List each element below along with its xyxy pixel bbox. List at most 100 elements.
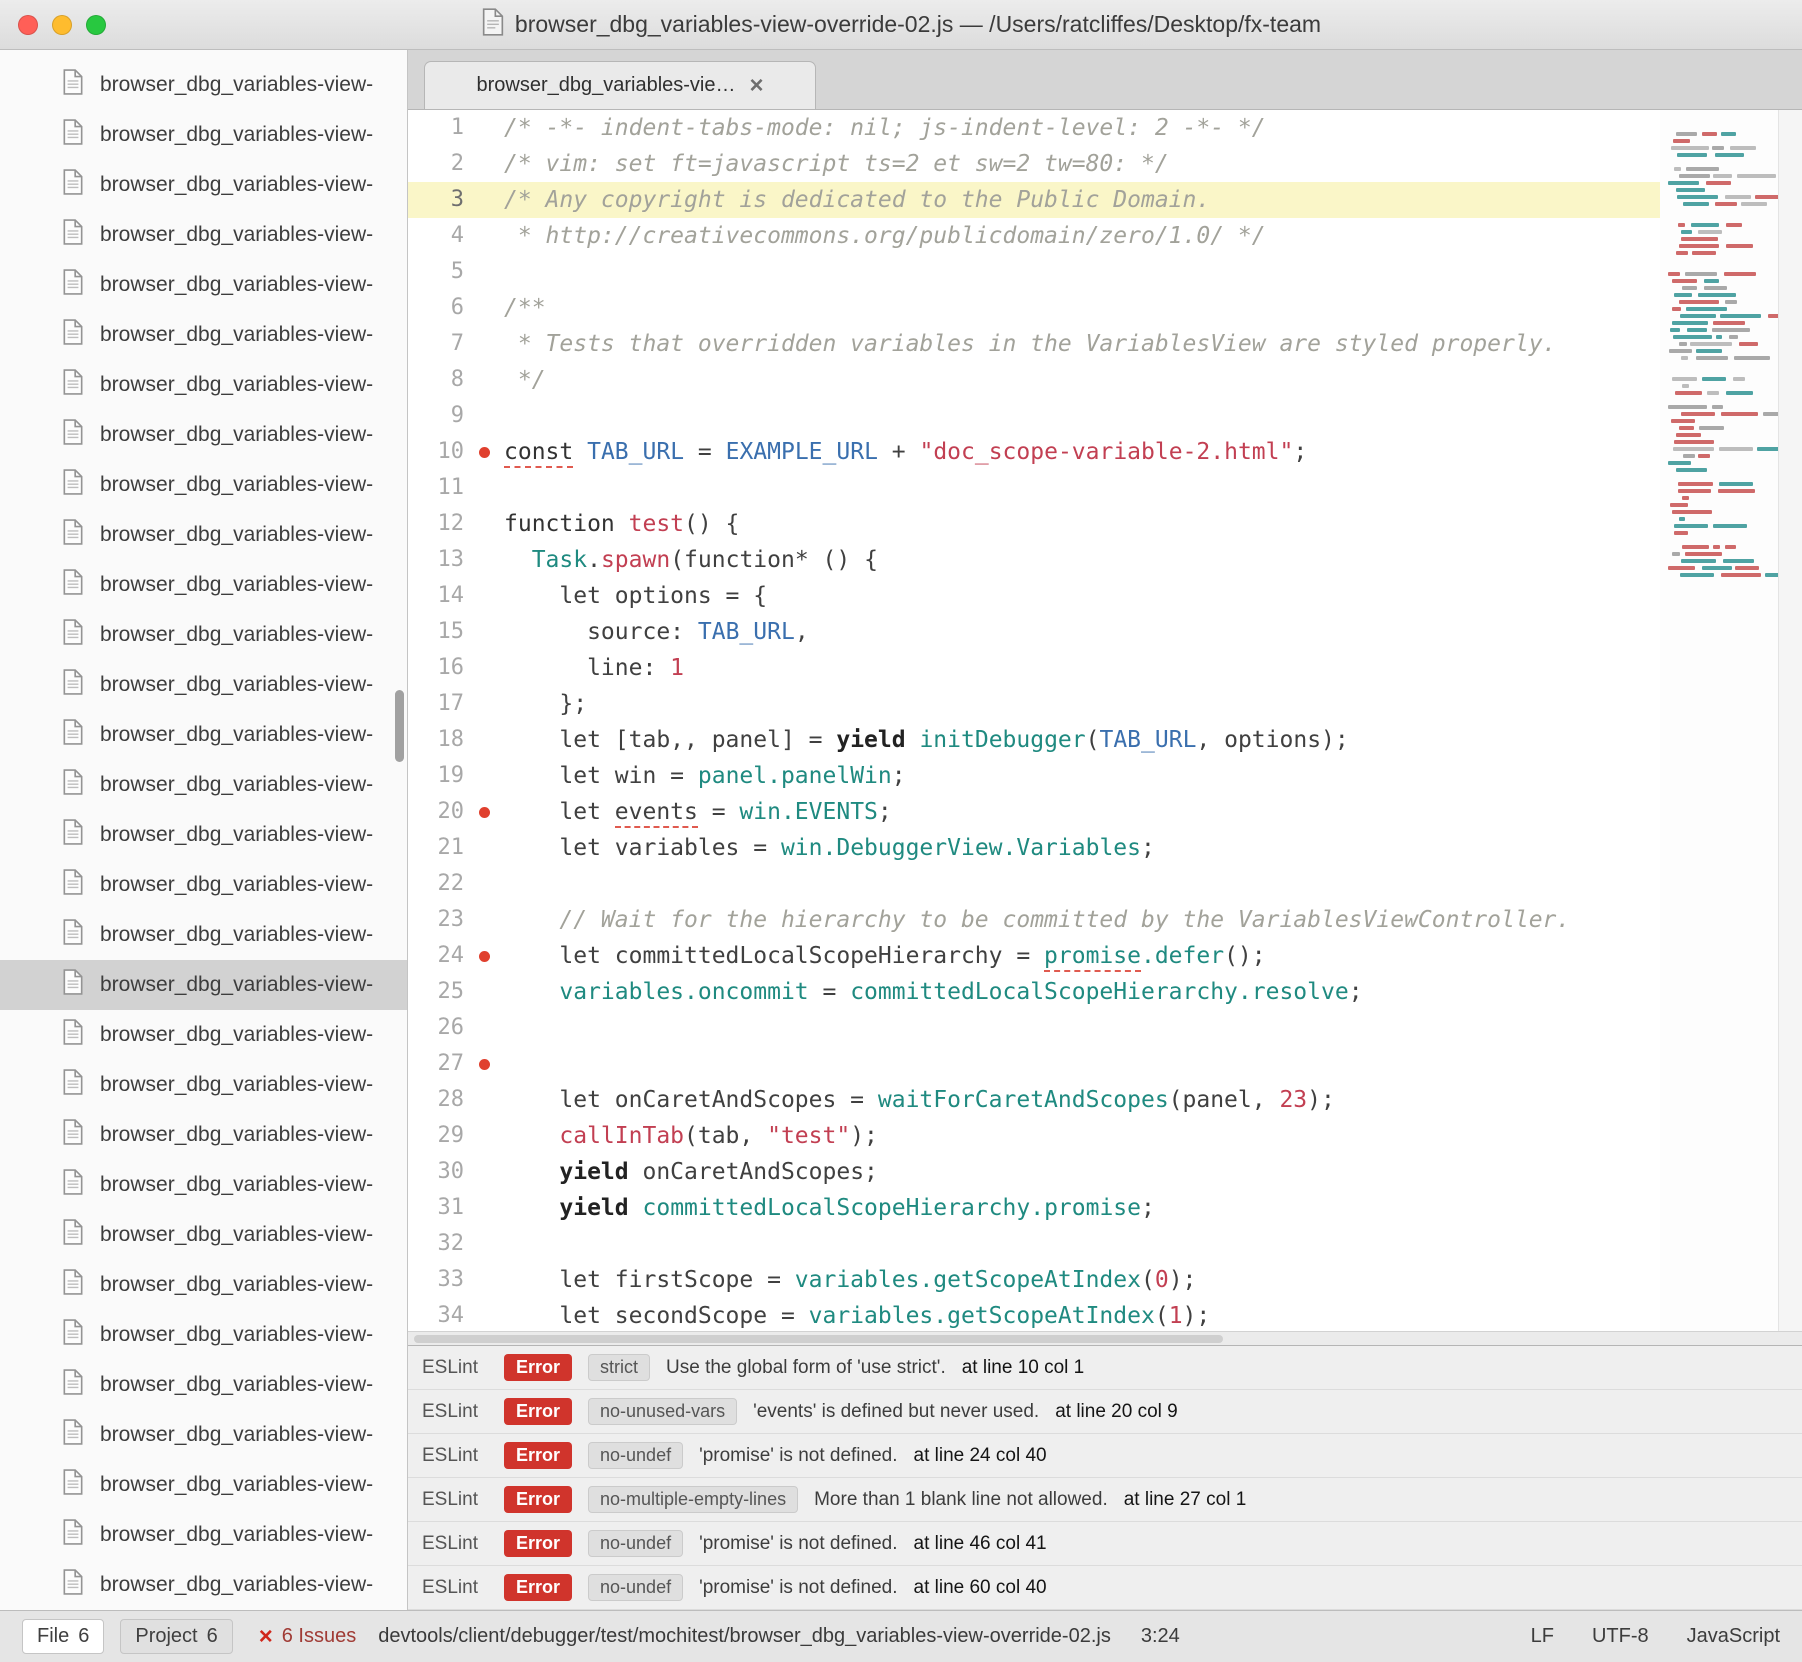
sidebar-file-item[interactable]: browser_dbg_variables-view- <box>0 810 407 860</box>
lint-location-link[interactable]: at line 20 col 9 <box>1055 1401 1178 1423</box>
code-line[interactable]: 1/* -*- indent-tabs-mode: nil; js-indent… <box>408 110 1660 146</box>
code-line[interactable]: 17 }; <box>408 686 1660 722</box>
grammar-indicator[interactable]: JavaScript <box>1687 1625 1780 1648</box>
sidebar-file-item[interactable]: browser_dbg_variables-view- <box>0 210 407 260</box>
sidebar-file-item[interactable]: browser_dbg_variables-view- <box>0 410 407 460</box>
sidebar-file-item[interactable]: browser_dbg_variables-view- <box>0 60 407 110</box>
lint-severity-badge[interactable]: Error <box>504 1574 572 1601</box>
lint-row[interactable]: ESLintErrorno-multiple-empty-linesMore t… <box>408 1478 1802 1522</box>
code-line[interactable]: 22 <box>408 866 1660 902</box>
sidebar-scrollbar-thumb[interactable] <box>395 690 404 762</box>
cursor-position[interactable]: 3:24 <box>1141 1625 1180 1648</box>
sidebar-file-item[interactable]: browser_dbg_variables-view- <box>0 760 407 810</box>
code-line[interactable]: 31 yield committedLocalScopeHierarchy.pr… <box>408 1190 1660 1226</box>
code-line[interactable]: 29 callInTab(tab, "test"); <box>408 1118 1660 1154</box>
sidebar-file-item[interactable]: browser_dbg_variables-view- <box>0 260 407 310</box>
code-line[interactable]: 11 <box>408 470 1660 506</box>
sidebar-file-item[interactable]: browser_dbg_variables-view- <box>0 460 407 510</box>
code-line[interactable]: 32 <box>408 1226 1660 1262</box>
tab-close-icon[interactable]: × <box>750 74 764 98</box>
sidebar-file-item[interactable]: browser_dbg_variables-view- <box>0 1210 407 1260</box>
code-line[interactable]: 4 * http://creativecommons.org/publicdom… <box>408 218 1660 254</box>
lint-severity-badge[interactable]: Error <box>504 1486 572 1513</box>
sidebar-file-item[interactable]: browser_dbg_variables-view- <box>0 610 407 660</box>
code-line[interactable]: 15 source: TAB_URL, <box>408 614 1660 650</box>
sidebar-file-item[interactable]: browser_dbg_variables-view- <box>0 560 407 610</box>
code-line[interactable]: 12function test() { <box>408 506 1660 542</box>
project-issues-toggle[interactable]: Project 6 <box>120 1619 232 1654</box>
code-line[interactable]: 33 let firstScope = variables.getScopeAt… <box>408 1262 1660 1298</box>
code-line[interactable]: 30 yield onCaretAndScopes; <box>408 1154 1660 1190</box>
lint-severity-badge[interactable]: Error <box>504 1530 572 1557</box>
sidebar-file-item[interactable]: browser_dbg_variables-view- <box>0 1110 407 1160</box>
sidebar-file-item[interactable]: browser_dbg_variables-view- <box>0 1310 407 1360</box>
code-line[interactable]: 5 <box>408 254 1660 290</box>
code-line[interactable]: 34 let secondScope = variables.getScopeA… <box>408 1298 1660 1331</box>
sidebar-file-item[interactable]: browser_dbg_variables-view- <box>0 510 407 560</box>
sidebar-file-item[interactable]: browser_dbg_variables-view- <box>0 1010 407 1060</box>
lint-rule-badge[interactable]: no-unused-vars <box>588 1398 737 1425</box>
minimap[interactable] <box>1660 110 1778 1331</box>
lint-location-link[interactable]: at line 46 col 41 <box>914 1533 1047 1555</box>
sidebar-file-item[interactable]: browser_dbg_variables-view- <box>0 1260 407 1310</box>
code-line[interactable]: 26 <box>408 1010 1660 1046</box>
encoding-indicator[interactable]: UTF-8 <box>1592 1625 1649 1648</box>
code-line[interactable]: 19 let win = panel.panelWin; <box>408 758 1660 794</box>
sidebar-file-item[interactable]: browser_dbg_variables-view- <box>0 160 407 210</box>
sidebar-file-item[interactable]: browser_dbg_variables-view- <box>0 1560 407 1610</box>
sidebar-file-item[interactable]: browser_dbg_variables-view- <box>0 310 407 360</box>
code-line[interactable]: 16 line: 1 <box>408 650 1660 686</box>
sidebar-file-item[interactable]: browser_dbg_variables-view- <box>0 660 407 710</box>
code-line[interactable]: 6/** <box>408 290 1660 326</box>
sidebar-file-item[interactable]: browser_dbg_variables-view- <box>0 910 407 960</box>
code-line[interactable]: 8 */ <box>408 362 1660 398</box>
minimize-window-button[interactable] <box>52 15 72 35</box>
tab-active[interactable]: browser_dbg_variables-vie… × <box>424 61 816 109</box>
lint-rule-badge[interactable]: strict <box>588 1354 650 1381</box>
lint-location-link[interactable]: at line 24 col 40 <box>914 1445 1047 1467</box>
sidebar-file-item[interactable]: browser_dbg_variables-view- <box>0 860 407 910</box>
lint-row[interactable]: ESLintErrorstrictUse the global form of … <box>408 1346 1802 1390</box>
code-line[interactable]: 24 let committedLocalScopeHierarchy = pr… <box>408 938 1660 974</box>
lint-location-link[interactable]: at line 10 col 1 <box>962 1357 1085 1379</box>
code-line[interactable]: 7 * Tests that overridden variables in t… <box>408 326 1660 362</box>
horizontal-scrollbar-thumb[interactable] <box>414 1335 1223 1343</box>
lint-severity-badge[interactable]: Error <box>504 1442 572 1469</box>
code-line[interactable]: 18 let [tab,, panel] = yield initDebugge… <box>408 722 1660 758</box>
code-line[interactable]: 2/* vim: set ft=javascript ts=2 et sw=2 … <box>408 146 1660 182</box>
sidebar-file-item[interactable]: browser_dbg_variables-view- <box>0 1410 407 1460</box>
lint-rule-badge[interactable]: no-undef <box>588 1442 683 1469</box>
lint-row[interactable]: ESLintErrorno-undef'promise' is not defi… <box>408 1434 1802 1478</box>
sidebar-file-item[interactable]: browser_dbg_variables-view- <box>0 960 407 1010</box>
code-line[interactable]: 28 let onCaretAndScopes = waitForCaretAn… <box>408 1082 1660 1118</box>
sidebar-file-item[interactable]: browser_dbg_variables-view- <box>0 1160 407 1210</box>
sidebar-file-item[interactable]: browser_dbg_variables-view- <box>0 1360 407 1410</box>
lint-row[interactable]: ESLintErrorno-unused-vars'events' is def… <box>408 1390 1802 1434</box>
code-line[interactable]: 13 Task.spawn(function* () { <box>408 542 1660 578</box>
sidebar-file-item[interactable]: browser_dbg_variables-view- <box>0 360 407 410</box>
sidebar-file-item[interactable]: browser_dbg_variables-view- <box>0 1510 407 1560</box>
line-ending-indicator[interactable]: LF <box>1531 1625 1554 1648</box>
lint-row[interactable]: ESLintErrorno-undef'promise' is not defi… <box>408 1566 1802 1610</box>
sidebar-file-item[interactable]: browser_dbg_variables-view- <box>0 110 407 160</box>
lint-severity-badge[interactable]: Error <box>504 1398 572 1425</box>
code-line[interactable]: 23 // Wait for the hierarchy to be commi… <box>408 902 1660 938</box>
code-line[interactable]: 14 let options = { <box>408 578 1660 614</box>
file-issues-toggle[interactable]: File 6 <box>22 1619 104 1654</box>
vertical-scrollbar-track[interactable] <box>1778 110 1802 1331</box>
code-line[interactable]: 25 variables.oncommit = committedLocalSc… <box>408 974 1660 1010</box>
sidebar-file-item[interactable]: browser_dbg_variables-view- <box>0 1060 407 1110</box>
code-line[interactable]: 21 let variables = win.DebuggerView.Vari… <box>408 830 1660 866</box>
lint-rule-badge[interactable]: no-undef <box>588 1530 683 1557</box>
sidebar-file-item[interactable]: browser_dbg_variables-view- <box>0 710 407 760</box>
code-line[interactable]: 27 <box>408 1046 1660 1082</box>
lint-location-link[interactable]: at line 27 col 1 <box>1124 1489 1247 1511</box>
horizontal-scrollbar[interactable] <box>408 1331 1802 1345</box>
issues-indicator[interactable]: × 6 Issues <box>259 1625 357 1649</box>
lint-rule-badge[interactable]: no-multiple-empty-lines <box>588 1486 798 1513</box>
code-line[interactable]: 10const TAB_URL = EXAMPLE_URL + "doc_sco… <box>408 434 1660 470</box>
lint-location-link[interactable]: at line 60 col 40 <box>914 1577 1047 1599</box>
code-lines[interactable]: 1/* -*- indent-tabs-mode: nil; js-indent… <box>408 110 1660 1331</box>
sidebar-file-item[interactable]: browser_dbg_variables-view- <box>0 1460 407 1510</box>
lint-severity-badge[interactable]: Error <box>504 1354 572 1381</box>
